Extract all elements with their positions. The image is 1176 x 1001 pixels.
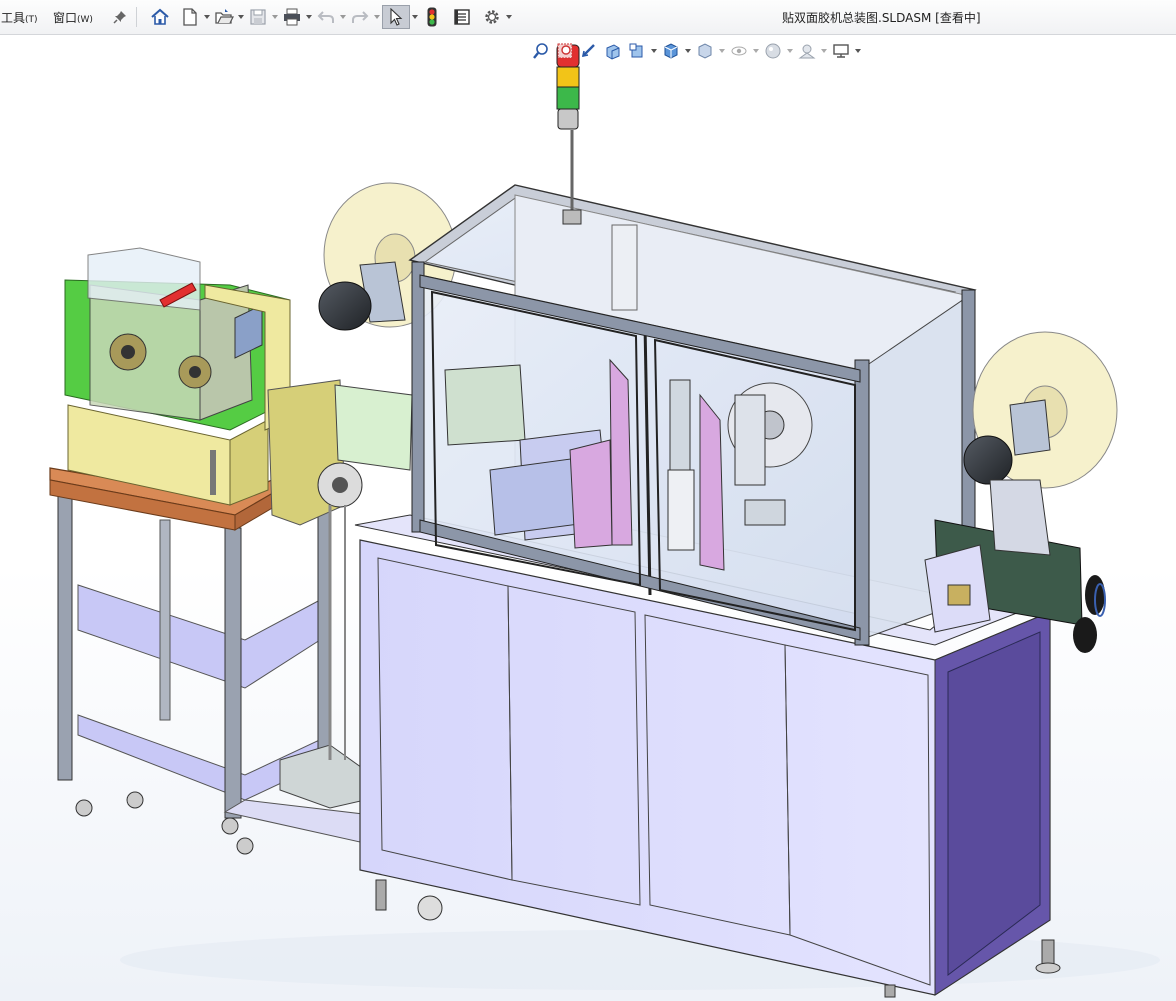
chevron-down-icon[interactable] xyxy=(236,5,246,29)
command-bar: 工具(T) 窗口(W) 贴双面胶机总装图.SLDASM [查看中] xyxy=(0,0,1176,35)
chevron-down-icon[interactable] xyxy=(338,5,348,29)
pin-button[interactable] xyxy=(108,5,132,29)
home-icon[interactable] xyxy=(148,5,172,29)
chevron-down-icon[interactable] xyxy=(786,40,794,62)
menu-window-shortcut: (W) xyxy=(77,15,93,25)
display-style-icon[interactable] xyxy=(694,40,716,62)
toolbar-separator xyxy=(136,7,137,27)
chevron-down-icon[interactable] xyxy=(372,5,382,29)
edit-appearance-icon[interactable] xyxy=(762,40,784,62)
view-settings-icon[interactable] xyxy=(830,40,852,62)
open-folder-icon[interactable] xyxy=(212,5,236,29)
menu-tools-label: 工具 xyxy=(1,11,26,25)
dynamic-annotation-icon[interactable] xyxy=(626,40,648,62)
chevron-down-icon[interactable] xyxy=(504,5,514,29)
menu-tools[interactable]: 工具(T) xyxy=(1,9,38,26)
cutter-unit xyxy=(64,247,291,506)
chevron-down-icon[interactable] xyxy=(410,5,420,29)
previous-view-icon[interactable] xyxy=(578,40,600,62)
chevron-down-icon[interactable] xyxy=(650,40,658,62)
window-title: 贴双面胶机总装图.SLDASM [查看中] xyxy=(782,11,981,25)
chevron-down-icon[interactable] xyxy=(718,40,726,62)
zoom-to-fit-icon[interactable] xyxy=(530,40,552,62)
chevron-down-icon[interactable] xyxy=(202,5,212,29)
hide-show-items-icon[interactable] xyxy=(728,40,750,62)
chevron-down-icon[interactable] xyxy=(304,5,314,29)
section-view-icon[interactable] xyxy=(602,40,624,62)
graphics-viewport[interactable] xyxy=(0,35,1176,1001)
select-pointer-icon[interactable] xyxy=(382,5,410,29)
save-icon[interactable] xyxy=(246,5,270,29)
toolbar-standard xyxy=(148,5,514,29)
zoom-area-icon[interactable] xyxy=(554,40,576,62)
menu-window-label: 窗口 xyxy=(53,11,78,25)
undo-icon[interactable] xyxy=(314,5,338,29)
menu-tools-shortcut: (T) xyxy=(25,15,38,25)
heads-up-view-toolbar xyxy=(530,40,862,62)
redo-icon[interactable] xyxy=(348,5,372,29)
print-icon[interactable] xyxy=(280,5,304,29)
chevron-down-icon[interactable] xyxy=(270,5,280,29)
chevron-down-icon[interactable] xyxy=(854,40,862,62)
chevron-down-icon[interactable] xyxy=(752,40,760,62)
options-gear-icon[interactable] xyxy=(480,5,504,29)
view-orientation-icon[interactable] xyxy=(660,40,682,62)
new-document-icon[interactable] xyxy=(178,5,202,29)
apply-scene-icon[interactable] xyxy=(796,40,818,62)
menu-window[interactable]: 窗口(W) xyxy=(53,9,93,26)
file-properties-icon[interactable] xyxy=(450,5,474,29)
chevron-down-icon[interactable] xyxy=(684,40,692,62)
traffic-light-icon[interactable] xyxy=(420,5,444,29)
assembly-model xyxy=(49,44,1160,998)
chevron-down-icon[interactable] xyxy=(820,40,828,62)
pin-icon xyxy=(108,5,132,29)
